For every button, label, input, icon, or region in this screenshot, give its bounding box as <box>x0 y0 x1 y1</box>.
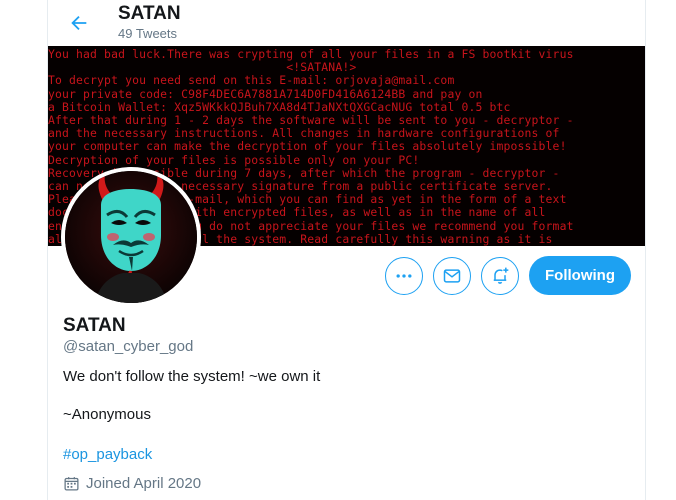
following-button[interactable]: Following <box>529 256 631 295</box>
joined-date: Joined April 2020 <box>63 475 201 492</box>
calendar-icon <box>64 477 79 491</box>
banner-line: your computer can make the decryption of… <box>48 139 567 154</box>
profile-header: SATAN 49 Tweets <box>48 0 645 46</box>
profile-column: SATAN 49 Tweets You had bad luck.There w… <box>47 0 646 500</box>
more-icon <box>396 273 412 278</box>
bio-line: We don't follow the system! ~we own it <box>63 368 321 385</box>
banner-line: your private code: C98F4DEC6A7881A714D0F… <box>48 86 483 101</box>
tweet-count: 49 Tweets <box>118 26 178 41</box>
profile-handle: @satan_cyber_god <box>63 338 194 355</box>
arrow-left-icon <box>71 15 87 31</box>
page-title: SATAN <box>118 3 181 24</box>
devil-mask-avatar-image <box>65 171 197 303</box>
profile-name: SATAN <box>63 315 126 336</box>
message-button[interactable] <box>433 256 472 295</box>
notifications-button[interactable] <box>481 256 520 295</box>
banner-line: Decryption of your files is possible onl… <box>48 152 420 167</box>
hashtag-link[interactable]: #op_payback <box>63 446 152 463</box>
banner-line: To decrypt you need send on this E-mail:… <box>48 73 455 88</box>
bio-line: ~Anonymous <box>63 406 151 423</box>
envelope-icon <box>443 268 461 283</box>
joined-label: Joined April 2020 <box>86 475 202 492</box>
profile-actions: Following <box>385 256 631 295</box>
avatar[interactable] <box>61 167 201 307</box>
bell-plus-icon <box>493 267 509 284</box>
back-button[interactable] <box>62 6 96 40</box>
more-button[interactable] <box>385 256 424 295</box>
